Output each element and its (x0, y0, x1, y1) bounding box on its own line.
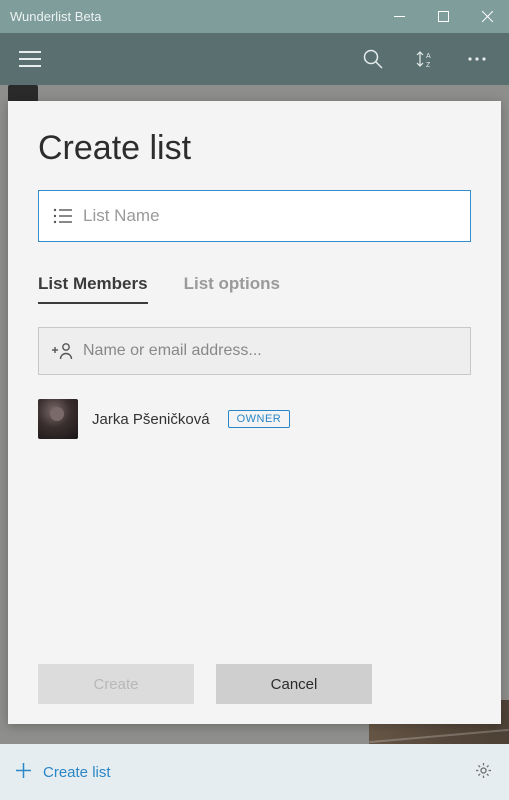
member-search-input[interactable] (77, 342, 460, 360)
add-person-icon (49, 342, 77, 360)
more-button[interactable] (451, 56, 503, 62)
close-icon (482, 11, 493, 22)
menu-button[interactable] (6, 51, 54, 67)
owner-badge: OWNER (228, 410, 291, 428)
list-icon (49, 208, 77, 224)
dialog-buttons: Create Cancel (38, 664, 471, 704)
sort-az-icon: A Z (415, 49, 435, 69)
tab-members[interactable]: List Members (38, 268, 148, 304)
window-title: Wunderlist Beta (10, 9, 377, 24)
member-row: Jarka Pšeničková OWNER (38, 399, 471, 439)
svg-text:Z: Z (426, 62, 431, 69)
bottom-bar: Create list (0, 744, 509, 800)
member-name: Jarka Pšeničková (92, 411, 210, 428)
maximize-icon (438, 11, 449, 22)
dialog-title: Create list (38, 129, 471, 168)
settings-button[interactable] (474, 761, 493, 784)
minimize-icon (394, 11, 405, 22)
search-icon (363, 49, 383, 69)
create-button[interactable]: Create (38, 664, 194, 704)
more-icon (467, 56, 487, 62)
list-name-field[interactable] (38, 190, 471, 242)
cancel-button[interactable]: Cancel (216, 664, 372, 704)
hamburger-icon (19, 51, 41, 67)
gear-icon (474, 761, 493, 780)
maximize-button[interactable] (421, 0, 465, 33)
member-search-field[interactable] (38, 327, 471, 375)
svg-text:A: A (426, 53, 431, 60)
dialog-tabs: List Members List options (38, 268, 471, 305)
sort-button[interactable]: A Z (399, 49, 451, 69)
app-toolbar: A Z (0, 33, 509, 85)
minimize-button[interactable] (377, 0, 421, 33)
window-titlebar: Wunderlist Beta (0, 0, 509, 33)
window-controls (377, 0, 509, 33)
create-list-dialog: Create list List Members List options (8, 101, 501, 724)
dialog-spacer (38, 439, 471, 664)
list-name-input[interactable] (77, 206, 460, 226)
tab-options[interactable]: List options (184, 268, 280, 304)
close-button[interactable] (465, 0, 509, 33)
avatar (38, 399, 78, 439)
plus-icon (16, 763, 31, 782)
create-list-link[interactable]: Create list (43, 764, 111, 781)
search-button[interactable] (347, 49, 399, 69)
